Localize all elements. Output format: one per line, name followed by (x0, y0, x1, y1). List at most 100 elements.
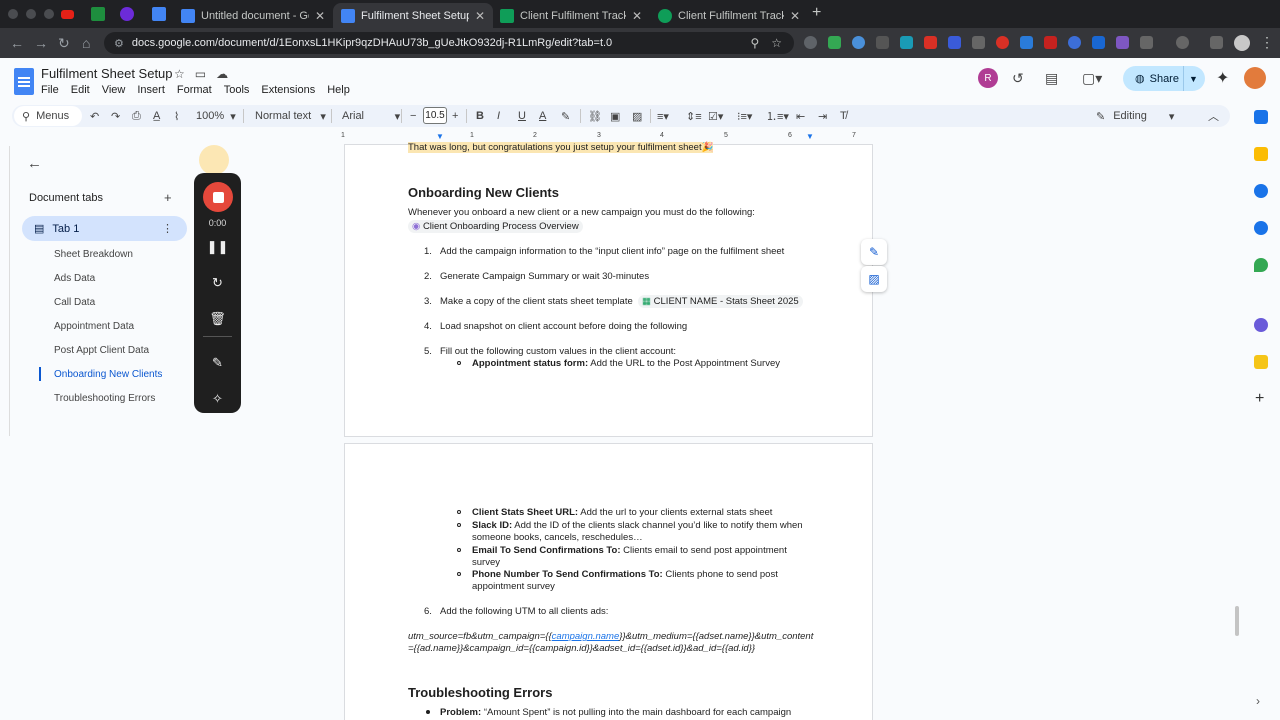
edit-with-ai-icon[interactable]: ✎ (861, 239, 887, 265)
outline-item-post-appt-client-data[interactable]: Post Appt Client Data (54, 345, 149, 356)
extension-icon[interactable] (1116, 36, 1129, 49)
close-icon[interactable]: ✕ (790, 9, 800, 23)
menu-edit[interactable]: Edit (71, 84, 90, 96)
utm-link[interactable]: campaign.name (552, 631, 620, 642)
font-select[interactable]: Arial ▾ (342, 105, 400, 127)
outline-item-ads-data[interactable]: Ads Data (54, 273, 95, 284)
vertical-ruler[interactable] (0, 146, 10, 436)
menu-format[interactable]: Format (177, 84, 212, 96)
outline-item-sheet-breakdown[interactable]: Sheet Breakdown (54, 249, 133, 260)
extension-icon[interactable] (1044, 36, 1057, 49)
calendar-icon[interactable] (1254, 110, 1268, 124)
spellcheck-icon[interactable]: A̲ (153, 105, 160, 127)
menu-extensions[interactable]: Extensions (261, 84, 315, 96)
add-comment-icon[interactable]: ▣ (610, 105, 620, 127)
menu-tools[interactable]: Tools (224, 84, 250, 96)
site-info-icon[interactable]: ⚙ (114, 37, 124, 50)
bulleted-list-icon[interactable]: ⁝≡▾ (737, 105, 752, 127)
new-tab-button[interactable]: + (812, 4, 821, 22)
extension-icon[interactable] (1092, 36, 1105, 49)
restart-icon[interactable]: ↻ (194, 275, 241, 291)
collaborator-avatar[interactable]: R (978, 68, 998, 88)
move-folder-icon[interactable]: ▭ (195, 67, 206, 81)
increase-indent-icon[interactable]: ⇥ (818, 105, 827, 127)
back-icon[interactable]: ← (10, 35, 24, 51)
extension-icon[interactable] (804, 36, 817, 49)
pause-icon[interactable]: ❚❚ (194, 239, 241, 255)
effects-icon[interactable]: ✧ (194, 391, 241, 407)
side-panel-icon[interactable] (1210, 36, 1223, 49)
tab-untitled-document[interactable]: Untitled document - Google D ✕ (173, 3, 333, 28)
maps-icon[interactable] (1254, 258, 1268, 272)
youtube-pinned-tab[interactable] (58, 5, 76, 23)
cloud-saved-icon[interactable]: ☁ (216, 67, 228, 81)
paint-format-icon[interactable]: ⌇ (174, 105, 179, 127)
tab-fulfilment-sheet-setup[interactable]: Fulfilment Sheet Setup - Goo ✕ (333, 3, 493, 28)
outline-item-appointment-data[interactable]: Appointment Data (54, 321, 134, 332)
extensions-puzzle-icon[interactable] (1140, 36, 1153, 49)
print-icon[interactable]: ⎙ (132, 105, 141, 127)
add-tab-icon[interactable]: + (164, 190, 172, 205)
extension-icon[interactable] (828, 36, 841, 49)
link-icon[interactable]: ⛓ (588, 105, 602, 127)
tasks-icon[interactable] (1254, 184, 1268, 198)
reload-icon[interactable]: ↻ (58, 35, 70, 52)
close-icon[interactable]: ✕ (315, 9, 325, 23)
collapse-toolbar-icon[interactable]: ︿ (1208, 105, 1219, 127)
forward-icon[interactable]: → (34, 35, 48, 51)
extension-icon[interactable] (924, 36, 937, 49)
indent-marker-icon[interactable]: ▼ (436, 132, 444, 141)
extension-icon[interactable] (1020, 36, 1033, 49)
address-bar[interactable]: ⚙ docs.google.com/document/d/1EonxsL1HKi… (104, 32, 794, 54)
insert-image-icon[interactable]: ▨ (632, 105, 642, 127)
italic-icon[interactable]: I (497, 105, 500, 127)
outline-item-onboarding-new-clients[interactable]: Onboarding New Clients (54, 369, 162, 380)
clear-formatting-icon[interactable]: T̸ (840, 105, 847, 127)
outline-item-call-data[interactable]: Call Data (54, 297, 95, 308)
gemini-icon[interactable]: ✦ (1216, 68, 1229, 88)
zoom-icon[interactable]: ⚲ (750, 36, 759, 50)
extension-icon[interactable] (972, 36, 985, 49)
search-menus-input[interactable]: ⚲ Menus (14, 106, 82, 126)
bold-icon[interactable]: B (476, 105, 484, 127)
font-size-input[interactable]: 10.5 (423, 107, 447, 124)
document-title[interactable]: Fulfilment Sheet Setup (41, 66, 173, 81)
chevron-down-icon[interactable]: ▼ (1189, 74, 1198, 84)
extension-icon[interactable] (876, 36, 889, 49)
account-avatar[interactable] (1244, 67, 1266, 89)
outline-item-troubleshooting-errors[interactable]: Troubleshooting Errors (54, 393, 155, 404)
star-icon[interactable]: ☆ (174, 67, 185, 81)
menu-help[interactable]: Help (327, 84, 350, 96)
undo-icon[interactable]: ↶ (90, 105, 99, 127)
menu-file[interactable]: File (41, 84, 59, 96)
chevron-right-icon[interactable]: › (1256, 694, 1260, 708)
extension-icon[interactable] (996, 36, 1009, 49)
align-icon[interactable]: ≡▾ (657, 105, 669, 127)
bookmarks-icon[interactable] (1176, 36, 1189, 49)
extension-icon[interactable] (1068, 36, 1081, 49)
close-icon[interactable]: ✕ (475, 9, 485, 23)
addon-icon[interactable] (1254, 355, 1268, 369)
numbered-list-icon[interactable]: ⒈≡▾ (766, 105, 789, 127)
redo-icon[interactable]: ↷ (111, 105, 120, 127)
extension-icon[interactable] (900, 36, 913, 49)
docs-pinned-tab[interactable] (150, 5, 168, 23)
add-addon-icon[interactable]: + (1255, 390, 1264, 408)
version-history-icon[interactable]: ↺ (1012, 70, 1024, 87)
extension-icon[interactable] (852, 36, 865, 49)
zoom-select[interactable]: 100% ▾ (196, 105, 236, 127)
increase-font-size-icon[interactable]: + (452, 105, 458, 127)
scrollbar[interactable] (1235, 606, 1239, 636)
checklist-icon[interactable]: ☑▾ (708, 105, 723, 127)
share-button[interactable]: ◍ Share ▼ (1123, 66, 1205, 91)
right-indent-marker-icon[interactable]: ▼ (806, 132, 814, 141)
delete-icon[interactable]: 🗑 (194, 311, 241, 327)
back-arrow-icon[interactable]: ← (27, 155, 42, 172)
browser-menu-icon[interactable]: ⋮ (1260, 34, 1274, 51)
highlight-icon[interactable]: ✎ (561, 105, 570, 127)
decrease-indent-icon[interactable]: ⇤ (796, 105, 805, 127)
editing-mode-select[interactable]: ✎ Editing ▾ (1096, 105, 1174, 127)
document-page[interactable] (344, 443, 873, 720)
smart-chip-stats-sheet[interactable]: ▦ CLIENT NAME - Stats Sheet 2025 (638, 295, 803, 308)
tab-client-fulfilment-tracker[interactable]: Client Fulfilment Tracker [TEM ✕ (492, 3, 650, 28)
